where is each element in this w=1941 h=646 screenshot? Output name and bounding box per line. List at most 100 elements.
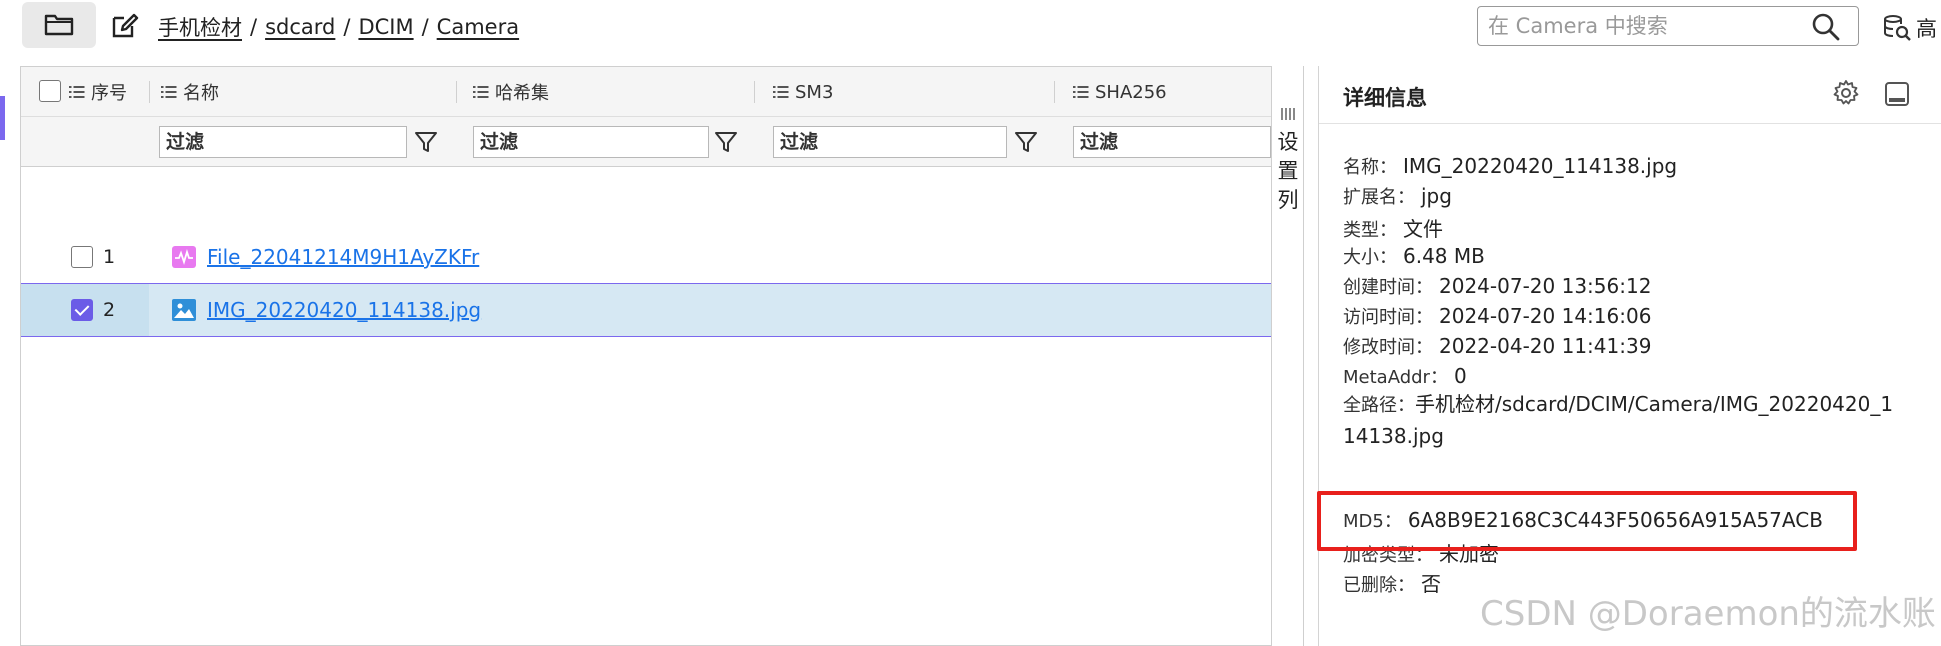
filter-icon[interactable]	[413, 129, 439, 155]
prop-value: jpg	[1421, 184, 1452, 208]
md5-highlight-box	[1317, 491, 1857, 551]
breadcrumb-item-sdcard[interactable]: sdcard	[265, 15, 335, 39]
column-header-label: SM3	[795, 81, 834, 103]
breadcrumb-item-camera[interactable]: Camera	[437, 15, 519, 39]
row-name-cell: File_22041214M9H1AyZKFr	[171, 230, 479, 284]
column-menu-icon	[69, 86, 85, 98]
prop-value: 文件	[1403, 217, 1443, 241]
detail-prop-size: 大小： 6.48 MB	[1343, 243, 1485, 269]
filter-input-sm3[interactable]	[773, 126, 1007, 158]
breadcrumb-separator: /	[421, 15, 429, 39]
column-settings-toggle[interactable]: 设置列	[1272, 66, 1304, 646]
database-search-icon	[1884, 15, 1911, 41]
filter-input-hashset[interactable]	[473, 126, 709, 158]
detail-prop-metaaddr: MetaAddr： 0	[1343, 363, 1467, 389]
prop-value: 2024-07-20 14:16:06	[1439, 304, 1652, 328]
watermark: CSDN @Doraemon的流水账	[1480, 594, 1936, 634]
top-toolbar: 手机检材 / sdcard / DCIM / Camera 高	[0, 0, 1941, 52]
breadcrumb-item-device[interactable]: 手机检材	[158, 12, 242, 42]
breadcrumb: 手机检材 / sdcard / DCIM / Camera	[158, 12, 519, 42]
column-header-name[interactable]: 名称	[161, 79, 219, 105]
column-menu-icon	[1073, 86, 1089, 98]
gear-icon[interactable]	[1831, 78, 1861, 108]
column-header-label: 名称	[183, 83, 219, 104]
search-box	[1477, 6, 1859, 46]
prop-key: 已删除：	[1343, 575, 1415, 596]
detail-prop-name: 名称： IMG_20220420_114138.jpg	[1343, 153, 1677, 179]
folder-button[interactable]	[22, 2, 96, 48]
column-header-label: 哈希集	[495, 83, 549, 104]
column-menu-icon	[473, 86, 489, 98]
select-all-checkbox[interactable]	[39, 80, 61, 102]
detail-prop-extension: 扩展名： jpg	[1343, 183, 1452, 209]
filter-icon[interactable]	[713, 129, 739, 155]
detail-title: 详细信息	[1343, 86, 1427, 110]
prop-key: 修改时间：	[1343, 337, 1433, 358]
edit-path-icon[interactable]	[108, 10, 140, 42]
row-checkbox[interactable]	[71, 246, 93, 268]
column-header-sha256[interactable]: SHA256	[1073, 79, 1167, 105]
grip-icon	[1281, 108, 1295, 120]
folder-icon	[44, 14, 74, 36]
advanced-search-label: 高	[1916, 17, 1937, 41]
prop-value: IMG_20220420_114138.jpg	[1403, 154, 1678, 178]
column-separator[interactable]	[456, 81, 457, 103]
column-header-sm3[interactable]: SM3	[773, 79, 833, 105]
prop-value: 6.48 MB	[1403, 244, 1485, 268]
table-row-selected[interactable]: 2 IMG_20220420_114138.jpg	[21, 283, 1271, 337]
prop-key: 大小：	[1343, 247, 1397, 268]
search-input[interactable]	[1486, 11, 1806, 41]
prop-value: 2022-04-20 11:41:39	[1439, 334, 1652, 358]
filter-input-name[interactable]	[159, 126, 407, 158]
column-header-label: 序号	[91, 83, 127, 104]
prop-key: 扩展名：	[1343, 187, 1415, 208]
row-index-cell: 2	[21, 284, 149, 336]
image-file-icon	[172, 299, 196, 321]
filter-icon[interactable]	[1013, 129, 1039, 155]
detail-header: 详细信息	[1319, 66, 1941, 124]
table-header-row: 序号 名称 哈希集 SM3 SHA256	[21, 67, 1271, 117]
prop-key: MetaAddr：	[1343, 367, 1448, 388]
prop-value: 2024-07-20 13:56:12	[1439, 274, 1652, 298]
prop-key: 名称：	[1343, 157, 1397, 178]
column-header-index[interactable]: 序号	[69, 79, 127, 105]
column-separator[interactable]	[754, 81, 755, 103]
prop-value: 0	[1453, 364, 1467, 388]
prop-value: 否	[1421, 572, 1441, 596]
row-checkbox-checked[interactable]	[71, 299, 93, 321]
table-filter-row	[21, 117, 1271, 167]
audio-file-icon	[172, 246, 196, 268]
table-row[interactable]: 1 File_22041214M9H1AyZKFr	[21, 230, 1271, 284]
detail-prop-modified: 修改时间： 2022-04-20 11:41:39	[1343, 333, 1651, 359]
prop-key: 全路径：	[1343, 395, 1415, 416]
prop-key: 创建时间：	[1343, 277, 1433, 298]
column-separator[interactable]	[1054, 81, 1055, 103]
breadcrumb-separator: /	[250, 15, 258, 39]
advanced-search[interactable]: 高	[1882, 12, 1937, 44]
detail-prop-deleted: 已删除： 否	[1343, 568, 1441, 597]
column-menu-icon	[773, 86, 789, 98]
column-header-label: SHA256	[1095, 81, 1167, 103]
detail-prop-accessed: 访问时间： 2024-07-20 14:16:06	[1343, 303, 1651, 329]
filter-input-sha256[interactable]	[1073, 126, 1271, 158]
detail-prop-created: 创建时间： 2024-07-20 13:56:12	[1343, 273, 1651, 299]
file-name-link[interactable]: File_22041214M9H1AyZKFr	[207, 245, 479, 269]
prop-value: 手机检材/sdcard/DCIM/Camera/IMG_20220420_114…	[1343, 392, 1894, 448]
column-header-hashset[interactable]: 哈希集	[473, 79, 549, 105]
breadcrumb-item-dcim[interactable]: DCIM	[358, 15, 413, 39]
column-separator[interactable]	[149, 81, 150, 103]
detail-prop-full-path: 全路径：手机检材/sdcard/DCIM/Camera/IMG_20220420…	[1343, 389, 1903, 452]
row-index: 2	[103, 299, 116, 321]
prop-key: 类型：	[1343, 220, 1397, 241]
breadcrumb-separator: /	[343, 15, 351, 39]
column-settings-label: 设置列	[1277, 130, 1299, 212]
detail-panel: 详细信息 名称： IMG_20220420_114138.jpg 扩展名： jpg …	[1318, 66, 1941, 646]
collapse-panel-icon[interactable]	[1883, 80, 1911, 108]
file-name-link[interactable]: IMG_20220420_114138.jpg	[207, 298, 481, 322]
row-index: 1	[103, 246, 116, 268]
left-accent-bar	[0, 96, 5, 140]
search-icon[interactable]	[1810, 11, 1842, 43]
row-name-cell: IMG_20220420_114138.jpg	[171, 284, 481, 336]
column-menu-icon	[161, 86, 177, 98]
prop-key: 访问时间：	[1343, 307, 1433, 328]
